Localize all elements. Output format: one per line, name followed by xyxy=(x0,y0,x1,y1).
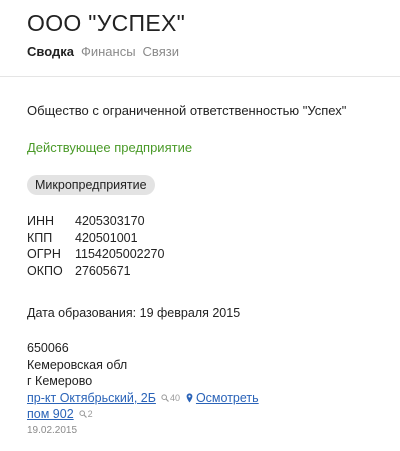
registration-codes: ИНН 4205303170 КПП 420501001 ОГРН 115420… xyxy=(27,213,164,279)
size-category-badge: Микропредприятие xyxy=(27,175,155,195)
page-title: ООО "УСПЕХ" xyxy=(27,10,186,36)
address-block: 650066 Кемеровская обл г Кемерово пр-кт … xyxy=(27,340,259,437)
founded-value: 19 февраля 2015 xyxy=(139,306,241,320)
code-value: 4205303170 xyxy=(75,214,145,228)
code-label: ОКПО xyxy=(27,263,63,278)
founded-date: Дата образования: 19 февраля 2015 xyxy=(27,305,240,321)
code-row-inn: ИНН 4205303170 xyxy=(27,213,164,230)
map-pin-icon xyxy=(186,393,193,403)
code-value: 420501001 xyxy=(75,230,138,245)
street-link[interactable]: пр-кт Октябрьский, 2Б xyxy=(27,390,156,407)
tab-connections[interactable]: Связи xyxy=(143,44,179,60)
premises-count-value: 2 xyxy=(87,409,93,419)
premises-link[interactable]: пом 902 xyxy=(27,406,74,423)
company-status: Действующее предприятие xyxy=(27,140,193,155)
view-on-map-label[interactable]: Осмотреть xyxy=(196,390,259,407)
address-city: г Кемерово xyxy=(27,374,93,388)
premises-search-count[interactable]: 2 xyxy=(79,406,93,423)
search-icon xyxy=(161,394,169,402)
search-icon xyxy=(79,410,87,419)
founded-label: Дата образования: xyxy=(27,306,137,320)
view-on-map-link[interactable]: Осмотреть xyxy=(186,390,259,407)
code-row-kpp: КПП 420501001 xyxy=(27,230,164,247)
tab-bar: Сводка Финансы Связи xyxy=(27,44,179,60)
company-card: ООО "УСПЕХ" Сводка Финансы Связи Обществ… xyxy=(0,0,400,451)
company-full-name: Общество с ограниченной ответственностью… xyxy=(27,103,347,118)
street-search-count[interactable]: 40 xyxy=(161,390,180,407)
code-label: КПП xyxy=(27,230,53,245)
code-value: 27605671 xyxy=(75,263,131,278)
tab-summary[interactable]: Сводка xyxy=(27,44,74,60)
address-region: Кемеровская обл xyxy=(27,357,128,372)
tab-finances[interactable]: Финансы xyxy=(81,44,136,60)
code-label: ИНН xyxy=(27,214,55,228)
street-count-value: 40 xyxy=(169,392,180,403)
code-row-ogrn: ОГРН 1154205002270 xyxy=(27,246,164,263)
code-value: 1154205002270 xyxy=(75,247,165,261)
code-label: ОГРН xyxy=(27,247,61,261)
address-date: 19.02.2015 xyxy=(27,424,78,436)
postal-code: 650066 xyxy=(27,341,69,355)
code-row-okpo: ОКПО 27605671 xyxy=(27,263,164,280)
address-premises-line: пом 902 2 xyxy=(27,406,259,423)
header-divider xyxy=(0,76,400,77)
address-street-line: пр-кт Октябрьский, 2Б 40 Осмотреть xyxy=(27,390,259,407)
